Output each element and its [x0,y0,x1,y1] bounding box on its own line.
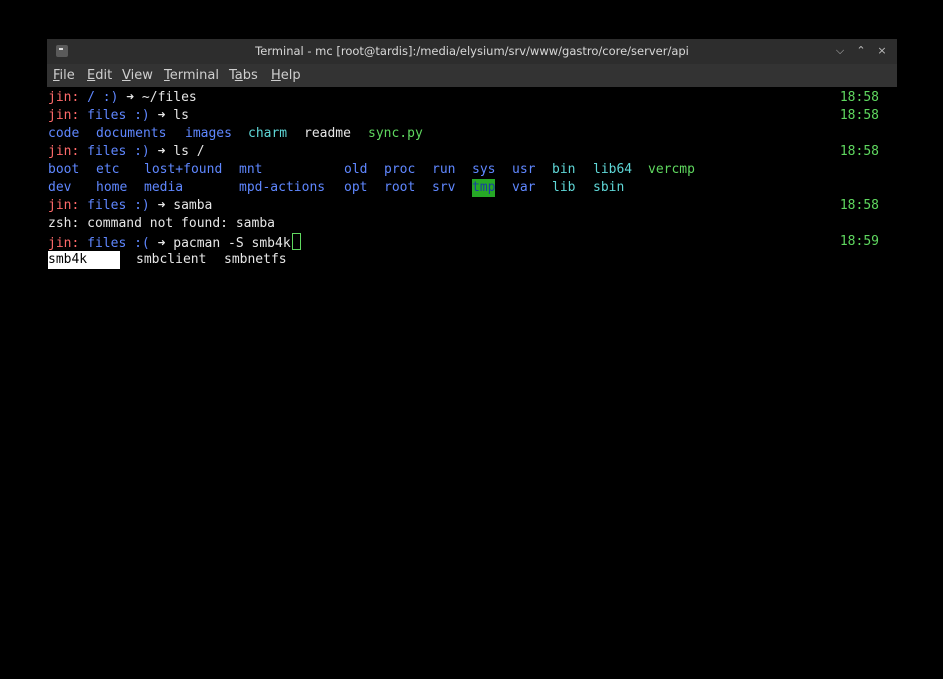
dir-entry: sbin [593,180,625,195]
prompt-path: files :) [79,144,150,159]
menu-terminal[interactable]: Terminal [164,68,219,83]
menu-file[interactable]: File [53,68,75,83]
menu-edit[interactable]: Edit [87,68,112,83]
timestamp: 18:59 [839,234,879,249]
dir-entry: lib64 [593,162,633,177]
dir-entry: root [384,180,416,195]
command-input[interactable]: ➜ pacman -S smb4k [150,236,291,251]
dir-entry: etc [96,162,120,177]
dir-entry: code [48,126,80,141]
dir-entry: var [512,180,536,195]
completion-menu: smb4k smbclient smbnetfs [48,251,888,269]
dir-entry: boot [48,162,80,177]
command: ➜ ls / [149,144,205,159]
timestamp: 18:58 [839,90,879,105]
prompt-user: jin: [48,236,80,251]
dir-entry: charm [248,126,288,141]
completion-item-selected[interactable]: smb4k [48,251,120,269]
dir-entry: usr [512,162,536,177]
terminal-line: jin: files :) ➜ samba 18:58 [48,197,888,215]
minimize-icon[interactable]: ⌵ [833,44,847,58]
dir-entry-tmp: tmp [472,179,496,197]
prompt-user: jin: [48,108,80,123]
terminal-output[interactable]: jin: / :) ➜ ~/files 18:58 jin: files :) ➜… [48,89,888,269]
dir-entry: lost+found [144,162,223,177]
dir-entry: media [144,180,184,195]
prompt-path: files :) [79,198,150,213]
menu-view[interactable]: View [122,68,153,83]
dir-entry: proc [384,162,416,177]
text-cursor [291,233,301,250]
error-message: zsh: command not found: samba [48,216,275,231]
prompt-path: / :) [79,90,119,105]
dir-entry: mnt [239,162,263,177]
dir-entry: mpd-actions [239,180,326,195]
title-bar[interactable]: Terminal - mc [root@tardis]:/media/elysi… [47,39,897,64]
completion-item[interactable]: smbnetfs [224,251,287,269]
prompt-user: jin: [48,90,80,105]
prompt-path: files :) [79,108,150,123]
terminal-line: jin: files :) ➜ ls 18:58 [48,107,888,125]
ls-output: dev home media mpd-actions opt root srv … [48,179,888,197]
terminal-line: jin: / :) ➜ ~/files 18:58 [48,89,888,107]
timestamp: 18:58 [839,198,879,213]
dir-entry: documents [96,126,167,141]
ls-output: boot etc lost+found mnt old proc run sys… [48,161,888,179]
dir-entry: run [432,162,456,177]
dir-entry: old [344,162,368,177]
menu-help[interactable]: Help [271,68,301,83]
dir-entry: bin [552,162,576,177]
dir-entry: home [96,180,128,195]
file-entry: sync.py [368,126,423,141]
dir-entry: srv [432,180,456,195]
terminal-line: jin: files :) ➜ ls / 18:58 [48,143,888,161]
completion-item[interactable]: smbclient [136,251,206,269]
terminal-line: zsh: command not found: samba [48,215,888,233]
file-entry: vercmp [648,162,695,177]
menu-bar: File Edit View Terminal Tabs Help [47,64,897,87]
command: ➜ ~/files [118,90,197,105]
prompt-user: jin: [48,144,80,159]
maximize-icon[interactable]: ⌃ [854,44,868,58]
dir-entry: dev [48,180,72,195]
command: ➜ samba [149,198,213,213]
window-title: Terminal - mc [root@tardis]:/media/elysi… [255,44,689,58]
dir-entry: images [185,126,232,141]
prompt-path: files :( [79,236,150,251]
dir-entry: sys [472,162,496,177]
close-icon[interactable]: × [875,44,889,58]
ls-output: code documents images charm readme sync.… [48,125,888,143]
dir-entry: lib [552,180,576,195]
file-entry: readme [304,126,351,141]
command: ➜ ls [149,108,189,123]
menu-tabs[interactable]: Tabs [229,68,258,83]
timestamp: 18:58 [839,108,879,123]
terminal-line: jin: files :( ➜ pacman -S smb4k 18:59 [48,233,888,251]
timestamp: 18:58 [839,144,879,159]
dir-entry: opt [344,180,368,195]
prompt-user: jin: [48,198,80,213]
